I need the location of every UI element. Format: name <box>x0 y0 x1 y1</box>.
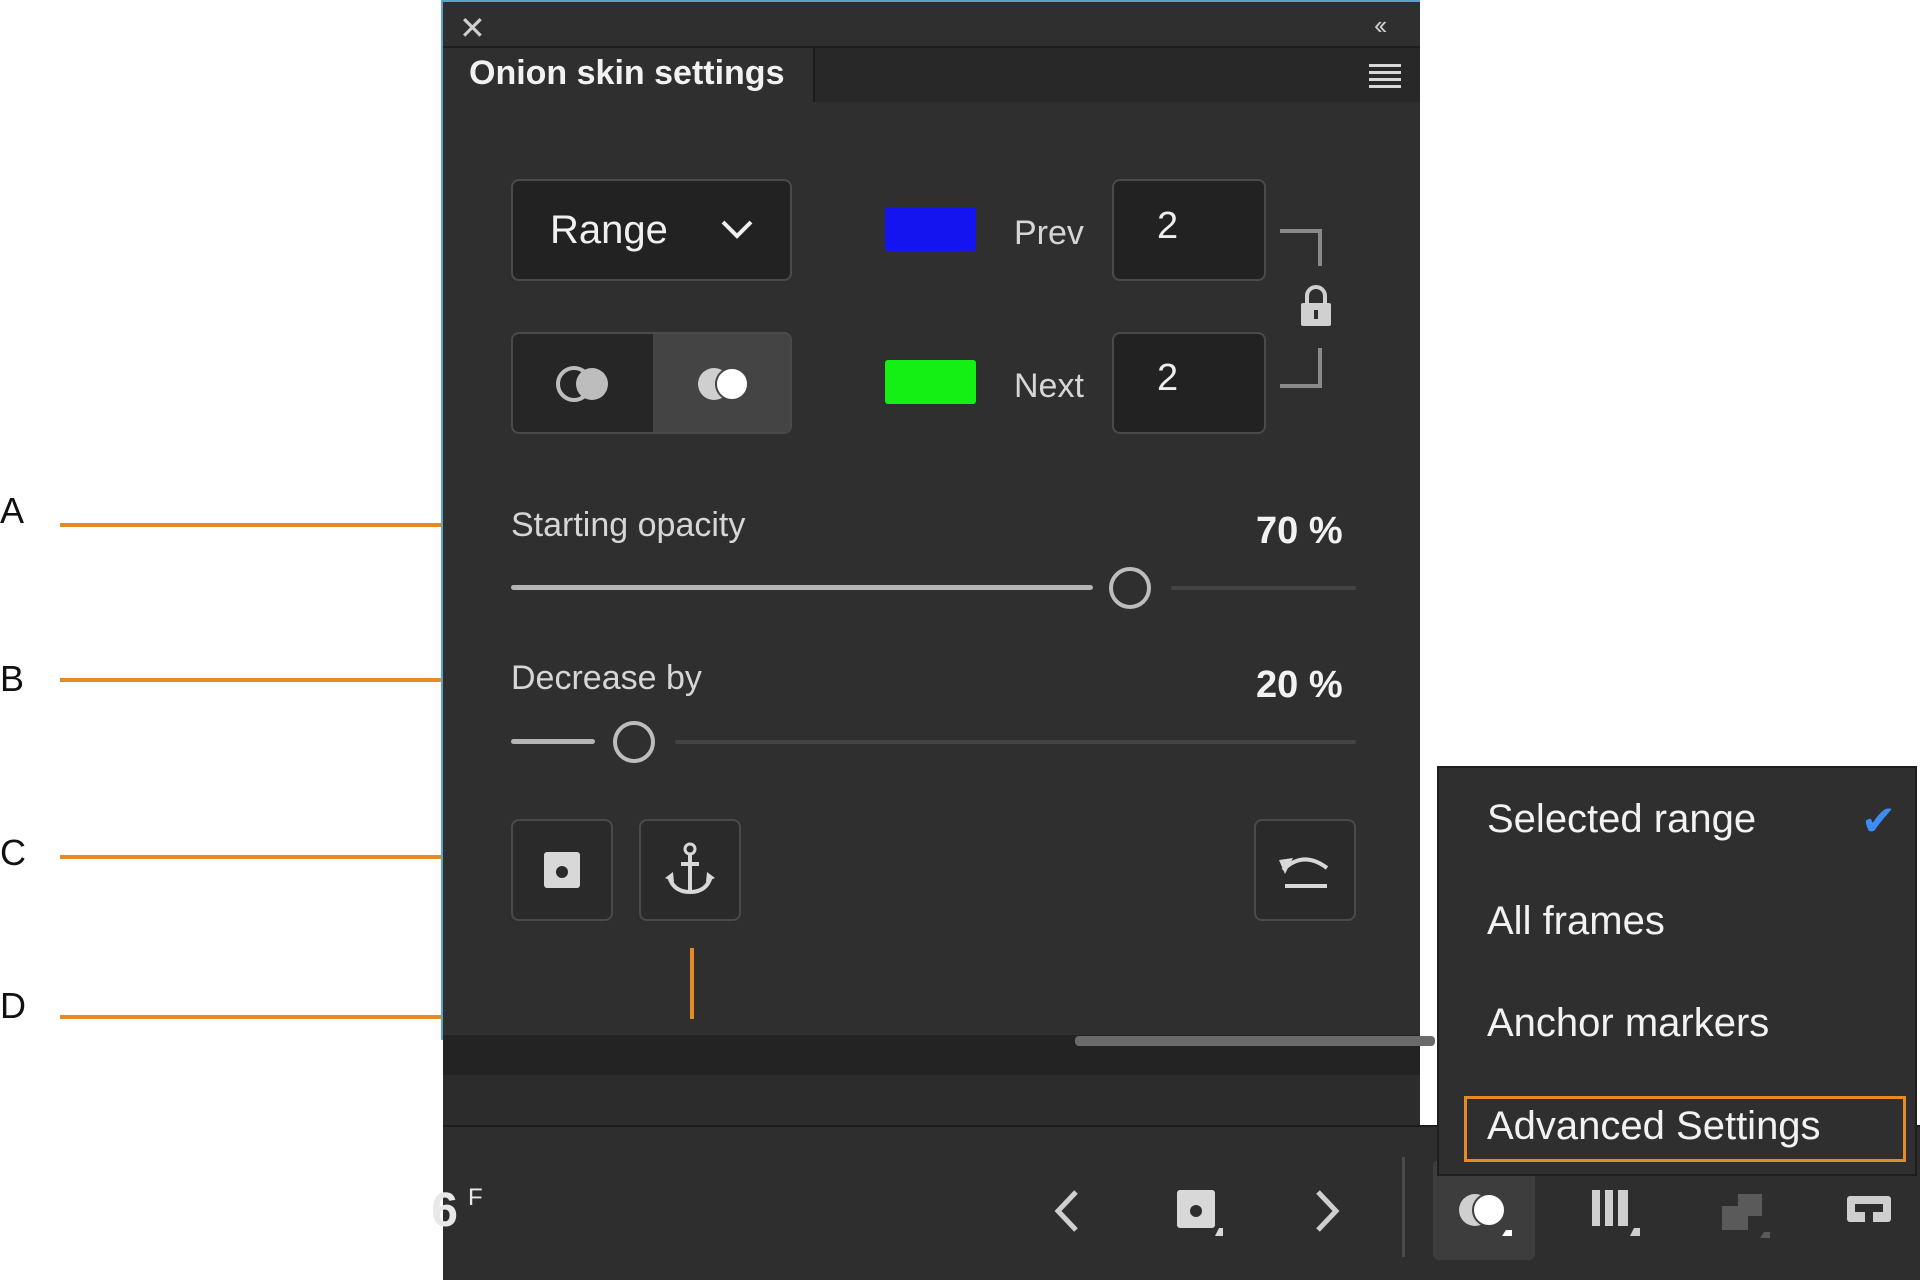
starting-opacity-label: Starting opacity <box>511 506 746 544</box>
insert-frame-icon[interactable] <box>1845 1192 1893 1232</box>
insert-keyframe-icon[interactable] <box>1175 1188 1225 1238</box>
panel-edge-accent <box>441 0 443 1040</box>
callout-b: B <box>0 658 25 699</box>
callout-d: D <box>0 985 26 1026</box>
anchor-marker-button[interactable] <box>639 819 741 921</box>
decrease-by-label: Decrease by <box>511 659 702 697</box>
decrease-by-track[interactable] <box>675 740 1356 744</box>
sync-frames-icon[interactable] <box>1718 1190 1776 1240</box>
callout-b-line <box>60 678 485 682</box>
starting-opacity-track[interactable] <box>1171 586 1356 590</box>
prev-frame-icon[interactable] <box>1052 1188 1082 1234</box>
onion-filled-icon[interactable] <box>694 364 754 404</box>
lock-icon[interactable] <box>1298 284 1334 328</box>
next-label: Next <box>1014 367 1084 405</box>
onion-outline-icon[interactable] <box>554 364 614 404</box>
callout-c: C <box>0 832 26 873</box>
checkmark-icon: ✔ <box>1861 797 1897 844</box>
prev-frames-value: 2 <box>1157 205 1179 247</box>
panel-title: Onion skin settings <box>469 54 785 92</box>
starting-opacity-track-filled <box>511 585 1093 590</box>
menu-item-advanced-settings[interactable]: Advanced Settings <box>1487 1104 1821 1149</box>
callout-a: A <box>0 490 25 531</box>
frame-number: 6 <box>431 1184 458 1237</box>
timeline-track <box>443 1075 1420 1125</box>
next-frame-icon[interactable] <box>1312 1188 1342 1234</box>
toolbar-separator <box>1402 1157 1405 1257</box>
anchor-icon <box>665 842 715 895</box>
starting-opacity-slider-thumb[interactable] <box>1109 567 1151 609</box>
edit-multiple-frames-icon[interactable] <box>1590 1188 1644 1238</box>
undo-icon <box>1279 857 1329 888</box>
next-color-swatch[interactable] <box>885 360 976 404</box>
frame-unit: F <box>468 1184 483 1211</box>
collapse-icon[interactable]: ‹‹ <box>1374 10 1387 41</box>
panel-menu-icon[interactable] <box>1369 64 1401 92</box>
menu-item-selected-range[interactable]: Selected range <box>1487 797 1756 842</box>
menu-item-anchor-markers[interactable]: Anchor markers <box>1487 1001 1769 1046</box>
prev-color-swatch[interactable] <box>885 207 976 251</box>
chevron-down-icon <box>721 220 753 239</box>
panel-titlebar <box>443 2 1420 46</box>
prev-frames-input[interactable] <box>1112 179 1266 281</box>
decrease-by-value: 20 % <box>1256 664 1343 706</box>
range-dropdown-label: Range <box>550 208 668 252</box>
prev-label: Prev <box>1014 214 1084 252</box>
callout-c-line <box>60 855 485 859</box>
callout-d-vline <box>690 948 694 1019</box>
callout-a-line <box>60 523 485 527</box>
reset-button[interactable] <box>1254 819 1356 921</box>
keyframe-icon <box>544 852 580 888</box>
close-icon[interactable]: ✕ <box>459 12 486 44</box>
onion-skin-icon <box>1459 1193 1512 1236</box>
menu-item-all-frames[interactable]: All frames <box>1487 899 1665 944</box>
timeline-scrollbar[interactable] <box>1075 1036 1435 1046</box>
next-frames-value: 2 <box>1157 357 1179 399</box>
starting-opacity-value: 70 % <box>1256 510 1343 552</box>
keyframe-marker-button[interactable] <box>511 819 613 921</box>
decrease-by-track-filled <box>511 739 595 744</box>
next-frames-input[interactable] <box>1112 332 1266 434</box>
decrease-by-slider-thumb[interactable] <box>613 721 655 763</box>
